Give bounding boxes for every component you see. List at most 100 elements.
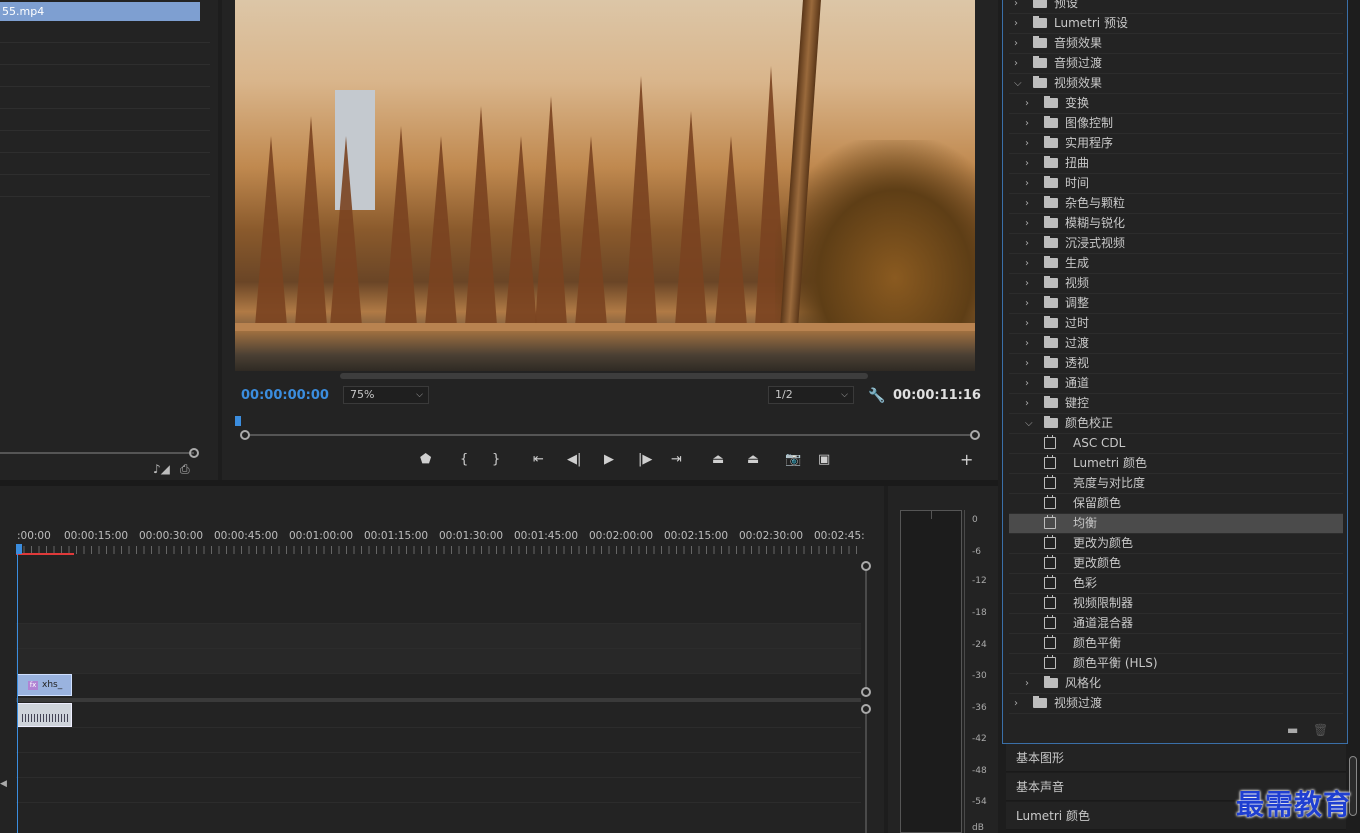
chevron-right-icon[interactable]: › (1014, 54, 1018, 73)
chevron-right-icon[interactable]: › (1025, 354, 1029, 373)
chevron-down-icon[interactable]: ⌵ (1025, 414, 1033, 433)
effects-item[interactable]: Lumetri 颜色 (1009, 454, 1343, 474)
effects-folder[interactable]: › 图像控制 (1009, 114, 1343, 134)
audio-clip[interactable] (17, 703, 72, 727)
zoom-bar-end-handle[interactable] (970, 430, 980, 440)
effects-item[interactable]: 色彩 (1009, 574, 1343, 594)
effects-folder[interactable]: › 沉浸式视频 (1009, 234, 1343, 254)
chevron-right-icon[interactable]: › (1025, 174, 1029, 193)
effects-folder[interactable]: › 生成 (1009, 254, 1343, 274)
effects-folder[interactable]: › 视频 (1009, 274, 1343, 294)
project-file-item[interactable]: 55.mp4 (0, 2, 200, 21)
step-forward-icon[interactable]: |▶ (638, 452, 652, 467)
monitor-zoom-bar[interactable] (240, 430, 980, 440)
step-back-icon[interactable]: ◀| (567, 452, 581, 467)
resolution-select[interactable]: 1/2 ⌵ (768, 386, 854, 404)
chevron-right-icon[interactable]: › (1025, 114, 1029, 133)
chevron-right-icon[interactable]: › (1014, 694, 1018, 713)
export-icon[interactable]: ⎙ (180, 462, 190, 477)
effects-folder[interactable]: › 音频过渡 (1009, 54, 1343, 74)
project-zoom-slider[interactable] (0, 452, 194, 454)
effects-folder[interactable]: › 模糊与锐化 (1009, 214, 1343, 234)
zoom-select[interactable]: 75% ⌵ (343, 386, 429, 404)
chevron-right-icon[interactable]: › (1025, 94, 1029, 113)
chevron-right-icon[interactable]: › (1025, 374, 1029, 393)
effects-folder[interactable]: › 时间 (1009, 174, 1343, 194)
effects-folder[interactable]: › 变换 (1009, 94, 1343, 114)
add-marker-icon[interactable]: ⬟ (420, 452, 431, 467)
play-icon[interactable]: ▶ (604, 452, 614, 467)
effects-folder[interactable]: › 预设 (1009, 0, 1343, 14)
playhead-timecode[interactable]: 00:00:00:00 (241, 388, 329, 403)
mark-out-icon[interactable]: } (492, 452, 500, 467)
effects-folder[interactable]: › 杂色与颗粒 (1009, 194, 1343, 214)
effects-folder[interactable]: › Lumetri 预设 (1009, 14, 1343, 34)
effects-folder[interactable]: › 键控 (1009, 394, 1343, 414)
time-ruler[interactable] (16, 546, 860, 554)
video-clip[interactable]: fx xhs_ (17, 674, 72, 696)
effects-folder[interactable]: ⌵ 视频效果 (1009, 74, 1343, 94)
panel-essential-graphics[interactable]: 基本图形 (1006, 744, 1346, 772)
automate-to-sequence-icon[interactable]: ♪◢ (153, 462, 170, 476)
project-zoom-knob[interactable] (189, 448, 199, 458)
monitor-time-ruler[interactable] (235, 414, 981, 426)
wrench-icon[interactable]: 🔧 (868, 388, 885, 404)
effects-folder[interactable]: › 视频过渡 (1009, 694, 1343, 714)
monitor-playhead[interactable] (235, 416, 241, 426)
lift-icon[interactable]: ⏏ (712, 452, 724, 467)
chevron-right-icon[interactable]: › (1014, 14, 1018, 33)
scroll-handle[interactable] (861, 561, 871, 571)
effects-folder[interactable]: › 透视 (1009, 354, 1343, 374)
chevron-right-icon[interactable]: › (1025, 334, 1029, 353)
effects-folder[interactable]: › 实用程序 (1009, 134, 1343, 154)
chevron-right-icon[interactable]: › (1025, 274, 1029, 293)
add-button-icon[interactable]: + (960, 450, 973, 469)
scroll-handle[interactable] (861, 704, 871, 714)
go-to-out-icon[interactable]: ⇥ (671, 452, 682, 467)
audio-tracks-scrollbar[interactable] (865, 714, 867, 833)
effects-item[interactable]: 更改为颜色 (1009, 534, 1343, 554)
effects-item[interactable]: 视频限制器 (1009, 594, 1343, 614)
chevron-right-icon[interactable]: › (1025, 194, 1029, 213)
effects-folder[interactable]: › 过渡 (1009, 334, 1343, 354)
effects-item[interactable]: 更改颜色 (1009, 554, 1343, 574)
chevron-right-icon[interactable]: › (1025, 134, 1029, 153)
video-tracks-scrollbar[interactable] (865, 571, 867, 691)
scroll-handle[interactable] (861, 687, 871, 697)
timeline-playhead[interactable] (16, 544, 22, 554)
chevron-right-icon[interactable]: › (1025, 234, 1029, 253)
effects-folder[interactable]: › 通道 (1009, 374, 1343, 394)
chevron-right-icon[interactable]: › (1025, 394, 1029, 413)
new-bin-icon[interactable]: ▬ (1287, 723, 1298, 737)
effects-folder[interactable]: ⌵ 颜色校正 (1009, 414, 1343, 434)
speaker-icon[interactable]: ◀ (0, 779, 7, 789)
chevron-right-icon[interactable]: › (1025, 674, 1029, 693)
effects-item[interactable]: 颜色平衡 (1009, 634, 1343, 654)
go-to-in-icon[interactable]: ⇤ (533, 452, 544, 467)
chevron-right-icon[interactable]: › (1025, 154, 1029, 173)
chevron-right-icon[interactable]: › (1025, 294, 1029, 313)
chevron-right-icon[interactable]: › (1025, 254, 1029, 273)
effects-item[interactable]: 亮度与对比度 (1009, 474, 1343, 494)
chevron-down-icon[interactable]: ⌵ (1014, 74, 1022, 93)
effects-folder[interactable]: › 调整 (1009, 294, 1343, 314)
comparison-view-icon[interactable]: ▣ (818, 452, 830, 467)
effects-item[interactable]: 均衡 (1009, 514, 1343, 534)
monitor-scrollbar[interactable] (340, 373, 868, 379)
chevron-right-icon[interactable]: › (1025, 314, 1029, 333)
mark-in-icon[interactable]: { (460, 452, 468, 467)
effects-folder[interactable]: › 过时 (1009, 314, 1343, 334)
effects-item[interactable]: 通道混合器 (1009, 614, 1343, 634)
extract-icon[interactable]: ⏏ (747, 452, 759, 467)
effects-item[interactable]: ASC CDL (1009, 434, 1343, 454)
track-separator[interactable] (16, 698, 861, 702)
camera-icon[interactable]: 📷 (785, 452, 801, 467)
effects-folder[interactable]: › 扭曲 (1009, 154, 1343, 174)
effects-item[interactable]: 保留颜色 (1009, 494, 1343, 514)
effects-folder[interactable]: › 风格化 (1009, 674, 1343, 694)
chevron-right-icon[interactable]: › (1014, 34, 1018, 53)
chevron-right-icon[interactable]: › (1025, 214, 1029, 233)
chevron-right-icon[interactable]: › (1014, 0, 1018, 13)
trash-icon[interactable]: 🗑 (1313, 723, 1328, 737)
effects-item[interactable]: 颜色平衡 (HLS) (1009, 654, 1343, 674)
